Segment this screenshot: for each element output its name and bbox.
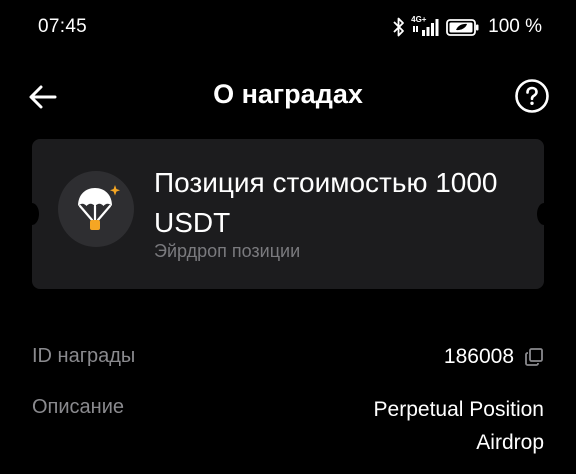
question-circle-icon	[515, 79, 549, 113]
parachute-icon	[78, 185, 120, 230]
reward-title: Позиция стоимостью 1000 USDT	[154, 167, 498, 238]
battery-percent: 100 %	[488, 16, 542, 37]
header: О наградах	[0, 66, 576, 126]
page-title: О наградах	[213, 79, 363, 109]
status-time: 07:45	[38, 16, 88, 37]
description-label: Описание	[32, 396, 125, 418]
reward-subtitle: Эйрдроп позиции	[154, 241, 301, 261]
battery-icon	[446, 16, 480, 38]
network-label: 4G+	[411, 15, 427, 24]
help-button[interactable]	[514, 78, 550, 114]
reward-card: Позиция стоимостью 1000 USDT Эйрдроп поз…	[25, 139, 551, 289]
signal-icon: 4G+	[411, 16, 441, 38]
reward-id-value: 186008	[443, 345, 514, 368]
reward-icon-badge	[58, 171, 134, 247]
description-value: Perpetual Position Airdrop	[373, 398, 544, 454]
copy-button[interactable]	[524, 347, 544, 367]
status-bar: 07:45 4G+ 100 %	[0, 0, 576, 56]
copy-icon	[525, 348, 543, 366]
description-row: Описание Perpetual Position Airdrop	[32, 393, 544, 463]
status-icons: 4G+ 100 %	[392, 15, 542, 39]
reward-id-label: ID награды	[32, 345, 136, 367]
ticket-notch-right	[537, 203, 551, 225]
ticket-notch-left	[25, 203, 39, 225]
reward-id-value-group: 186008	[444, 345, 544, 369]
reward-id-row: ID награды 186008	[32, 345, 544, 375]
bluetooth-icon	[392, 16, 406, 38]
